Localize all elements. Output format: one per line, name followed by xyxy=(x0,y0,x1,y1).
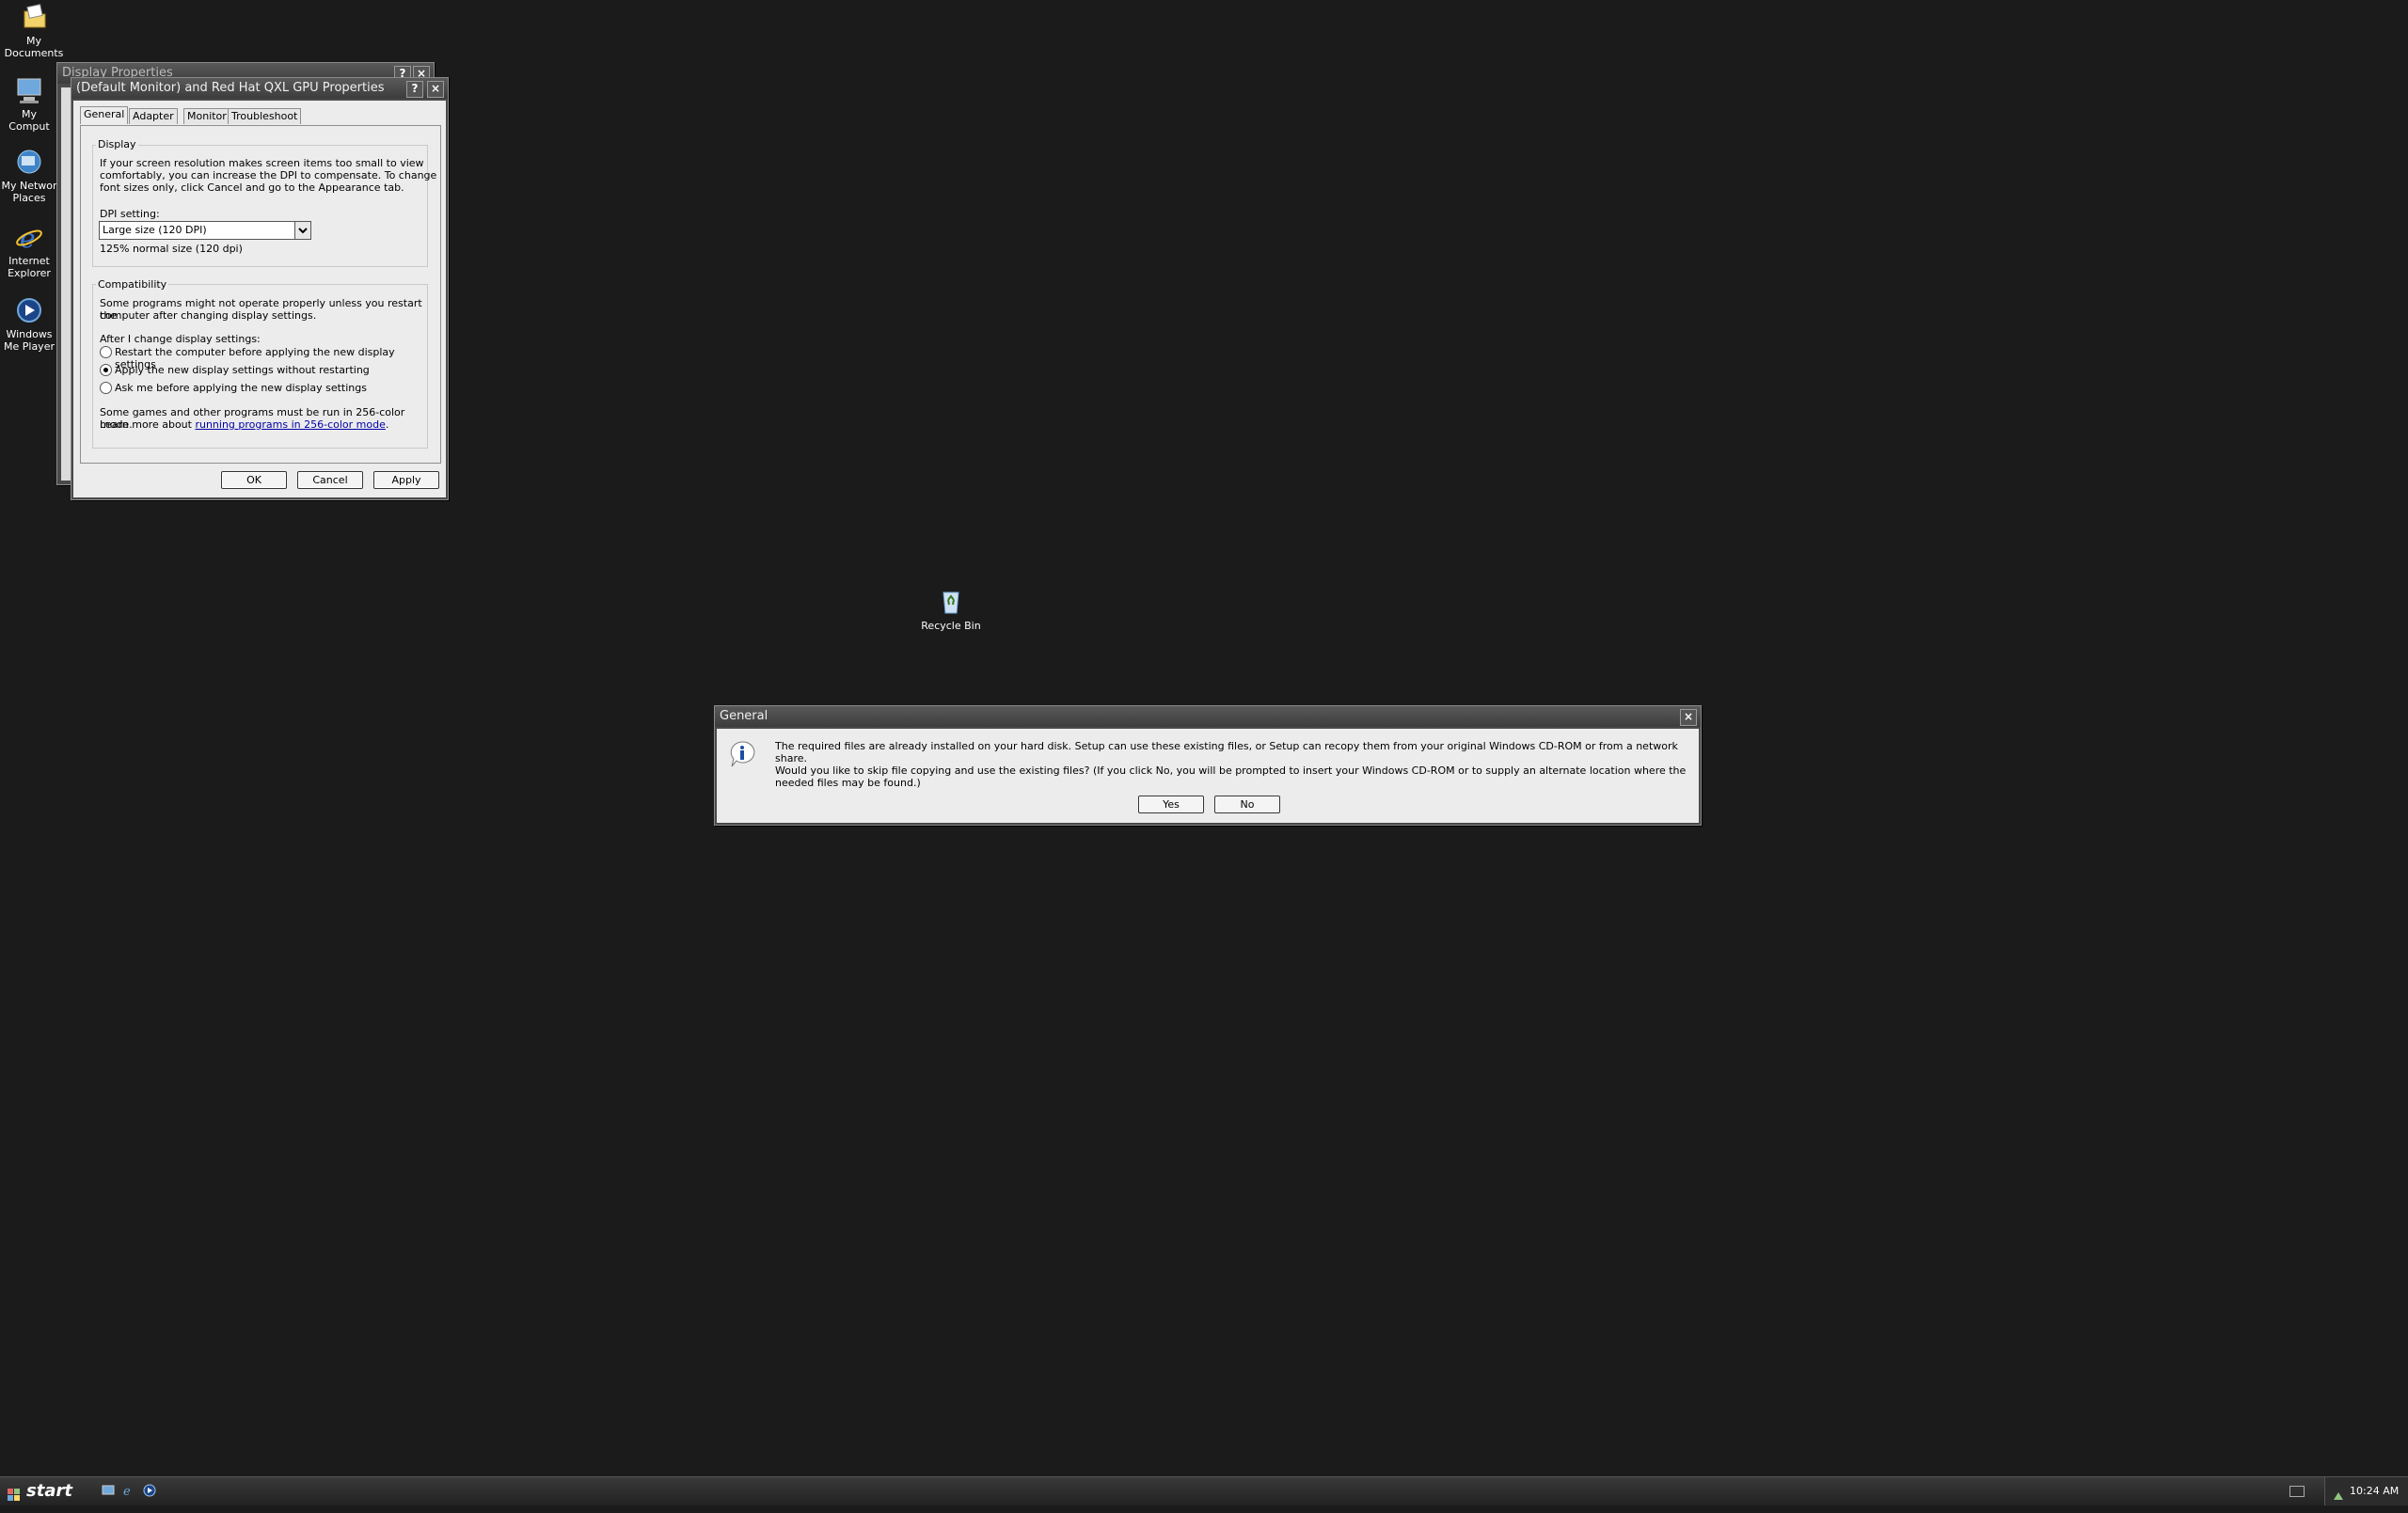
desktop-icon-label: My Networ Places xyxy=(1,180,57,204)
tab-strip: General Adapter Monitor Troubleshoot xyxy=(80,106,437,125)
desktop-icon-network-places[interactable]: My Networ Places xyxy=(0,147,58,204)
dpi-note: 125% normal size (120 dpi) xyxy=(100,243,243,255)
desktop-icon-my-computer[interactable]: My Comput xyxy=(0,75,58,133)
documents-icon xyxy=(19,2,49,32)
desktop-icon-label: Internet Explorer xyxy=(8,255,51,279)
running-programs-256-color-link[interactable]: running programs in 256-color mode xyxy=(195,418,385,431)
dpi-setting-value: Large size (120 DPI) xyxy=(103,224,207,236)
desktop-icon-label: My Comput xyxy=(8,108,50,133)
dpi-setting-select[interactable]: Large size (120 DPI) xyxy=(99,221,311,240)
radio-button[interactable] xyxy=(100,382,112,394)
general-dialog-client: The required files are already installed… xyxy=(717,729,1699,823)
clock[interactable]: 10:24 AM xyxy=(2350,1477,2399,1505)
chevron-down-icon[interactable] xyxy=(294,222,310,239)
desktop-icon-recycle-bin[interactable]: Recycle Bin xyxy=(917,587,985,632)
radio-button[interactable] xyxy=(100,364,112,376)
desktop-icon-internet-explorer[interactable]: e Internet Explorer xyxy=(0,222,58,279)
after-change-label: After I change display settings: xyxy=(100,333,261,345)
desktop-icon-label: Recycle Bin xyxy=(921,620,981,632)
help-button[interactable]: ? xyxy=(406,81,423,98)
media-player-icon xyxy=(14,295,44,325)
ok-button[interactable]: OK xyxy=(221,471,287,489)
tab-monitor[interactable]: Monitor xyxy=(183,108,230,124)
window-title: (Default Monitor) and Red Hat QXL GPU Pr… xyxy=(76,81,385,95)
desktop-icon-label: Windows Me Player xyxy=(4,328,55,353)
taskbar: start e 10:24 AM xyxy=(0,1476,2408,1505)
tab-troubleshoot[interactable]: Troubleshoot xyxy=(228,108,302,124)
learn-more-suffix: . xyxy=(385,418,389,431)
radio-button[interactable] xyxy=(100,346,112,358)
desktop-icon-my-documents[interactable]: My Documents xyxy=(0,2,68,59)
desktop-icon-label: My Documents xyxy=(4,35,64,59)
recycle-bin-icon xyxy=(936,587,966,617)
tray-keyboard-icon[interactable] xyxy=(2289,1486,2305,1497)
radio-restart-option[interactable]: Restart the computer before applying the… xyxy=(100,346,420,370)
gpu-properties-window[interactable]: (Default Monitor) and Red Hat QXL GPU Pr… xyxy=(71,77,449,500)
radio-apply-without-restart-option[interactable]: Apply the new display settings without r… xyxy=(100,364,420,377)
cancel-button[interactable]: Cancel xyxy=(297,471,363,489)
internet-explorer-icon: e xyxy=(14,222,44,254)
gpu-properties-titlebar[interactable]: (Default Monitor) and Red Hat QXL GPU Pr… xyxy=(71,78,448,99)
general-setup-dialog[interactable]: General × The required files are already… xyxy=(714,705,1702,826)
close-button[interactable]: × xyxy=(1680,709,1697,726)
network-places-icon xyxy=(14,147,44,177)
display-desc-line: font sizes only, click Cancel and go to … xyxy=(100,181,404,194)
computer-icon xyxy=(14,75,44,105)
media-player-icon[interactable] xyxy=(143,1484,156,1497)
close-button[interactable]: × xyxy=(427,81,444,98)
tab-adapter[interactable]: Adapter xyxy=(129,108,178,124)
display-desc-line: If your screen resolution makes screen i… xyxy=(100,157,424,169)
general-dialog-titlebar[interactable]: General × xyxy=(715,706,1701,727)
network-tray-icon[interactable] xyxy=(2333,1485,2344,1500)
radio-label: Apply the new display settings without r… xyxy=(115,364,370,376)
system-tray: 10:24 AM xyxy=(2324,1477,2408,1505)
compatibility-group-title: Compatibility xyxy=(96,278,169,291)
start-button[interactable]: start xyxy=(0,1479,77,1504)
display-desc-line: comfortably, you can increase the DPI to… xyxy=(100,169,437,181)
quick-launch: e xyxy=(100,1484,166,1499)
svg-text:e: e xyxy=(123,1485,131,1497)
yes-button[interactable]: Yes xyxy=(1138,796,1204,813)
learn-more-line: Learn more about running programs in 256… xyxy=(100,418,388,431)
window-title: General xyxy=(720,709,768,723)
windows-logo-icon xyxy=(8,1485,21,1501)
show-desktop-icon[interactable] xyxy=(102,1484,115,1497)
compat-desc-line: computer after changing display settings… xyxy=(100,309,317,322)
message-line-1: The required files are already installed… xyxy=(775,740,1678,764)
dialog-client: General Adapter Monitor Troubleshoot Dis… xyxy=(73,101,446,497)
display-group-title: Display xyxy=(96,138,138,150)
message-line-2: Would you like to skip file copying and … xyxy=(775,764,1687,789)
apply-button[interactable]: Apply xyxy=(373,471,439,489)
tab-page-general: Display If your screen resolution makes … xyxy=(80,125,441,464)
tab-general[interactable]: General xyxy=(80,106,129,124)
no-button[interactable]: No xyxy=(1214,796,1280,813)
dpi-setting-label: DPI setting: xyxy=(100,208,160,220)
learn-more-prefix: Learn more about xyxy=(100,418,196,431)
information-icon xyxy=(728,740,756,768)
radio-label: Ask me before applying the new display s… xyxy=(115,382,367,394)
radio-ask-me-option[interactable]: Ask me before applying the new display s… xyxy=(100,382,420,395)
internet-explorer-icon[interactable]: e xyxy=(122,1484,135,1499)
desktop-icon-media-player[interactable]: Windows Me Player xyxy=(0,295,58,353)
start-label: start xyxy=(26,1481,72,1501)
